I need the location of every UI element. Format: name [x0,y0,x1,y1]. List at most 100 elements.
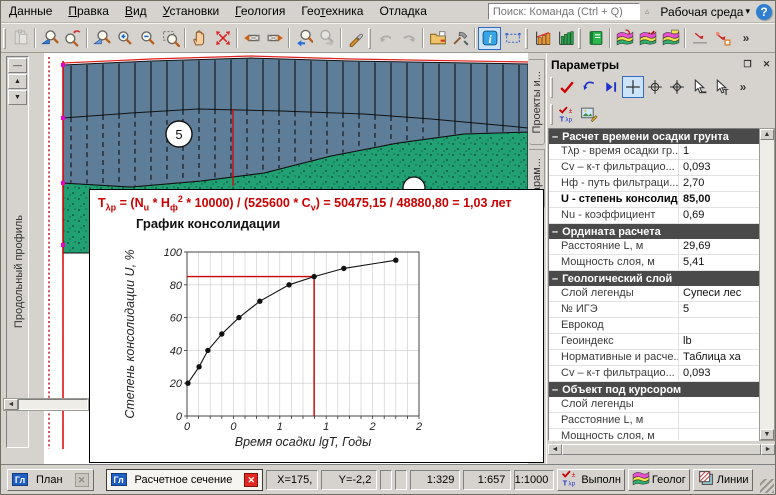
scroll-left-arrow-icon[interactable]: ◄ [548,444,562,455]
scroll-down-arrow-icon[interactable]: ▼ [760,429,774,440]
grid-row[interactable]: U - степень консолид...85,00 [549,192,759,208]
toolbar-grip[interactable] [550,77,553,98]
undo-blue-icon[interactable] [578,76,600,98]
grid-section-header[interactable]: –Геологический слой [549,271,759,286]
scroll-track[interactable] [18,399,88,410]
grid-row-value[interactable]: Супеси лес [679,286,759,301]
menu-данные[interactable]: Данные [1,1,60,22]
close-tab-icon[interactable]: ✕ [75,473,89,487]
scroll-up-arrow-icon[interactable]: ▲ [760,129,774,140]
image-edit-icon[interactable] [578,103,600,125]
toggle-выполн[interactable]: ±ТλрВыполн [557,469,625,491]
step-next-icon[interactable] [600,76,622,98]
view-tab-inactive[interactable]: ГлПлан✕ [7,469,94,491]
scroll-right-arrow-icon[interactable]: ► [761,444,775,455]
grid-row[interactable]: Нф - путь фильтраци...2,70 [549,176,759,192]
pan-hand-icon[interactable] [188,27,211,50]
search-options-icon[interactable]: ▵ [640,6,655,17]
grid-h-scrollbar[interactable]: ◄ ► [548,444,775,459]
tlp-check-icon[interactable]: ±Тλр [556,103,578,125]
chevron-down-icon[interactable]: ▾ [745,6,756,17]
grid-row[interactable]: Нормативные и расче...Таблица ха [549,350,759,366]
grid-row-value[interactable]: 5,41 [679,255,759,270]
refresh-brush-icon[interactable] [344,27,367,50]
grid-row-value[interactable] [679,318,759,333]
grid-row[interactable]: Тλр - время осадки гр...1 [549,144,759,160]
menu-правка[interactable]: Правка [60,1,117,22]
grid-row-value[interactable]: lb [679,334,759,349]
scroll-thumb[interactable] [562,444,761,455]
layers-check-icon[interactable] [636,27,659,50]
overflow-icon[interactable]: » [732,76,754,98]
grid-row-value[interactable]: 0,69 [679,208,759,223]
collapse-icon[interactable]: – [552,131,558,143]
grid-row[interactable]: Мощность слоя, м5,41 [549,255,759,271]
collapse-icon[interactable]: – [552,384,558,396]
zoom-cancel-icon[interactable] [61,27,84,50]
workspace-menu[interactable]: Рабочая среда [654,5,745,19]
tools-hammer-icon[interactable] [449,27,472,50]
grid-section-header[interactable]: –Объект под курсором [549,382,759,397]
grid-row-value[interactable] [679,429,759,441]
grid-row-value[interactable]: 0,093 [679,160,759,175]
layers-copy-icon[interactable] [659,27,682,50]
scale-left-icon[interactable] [240,27,263,50]
menu-отладка[interactable]: Отладка [371,1,434,22]
search-input[interactable] [488,3,640,20]
grid-row-value[interactable]: 85,00 [679,192,759,207]
fit-extents-icon[interactable] [211,27,234,50]
overflow-icon[interactable]: » [734,27,757,50]
toolbar-grip[interactable] [368,28,371,49]
grid-row[interactable]: Расстояние L, м29,69 [549,239,759,255]
toggle-линии[interactable]: Линии [693,469,753,491]
node-arrow-icon[interactable] [711,27,734,50]
grid-row-value[interactable]: Таблица ха [679,350,759,365]
grid-row-value[interactable]: 29,69 [679,239,759,254]
collapse-icon[interactable]: – [552,273,558,285]
grid-row[interactable]: Слой легендыСупеси лес [549,286,759,302]
zoom-out-icon[interactable] [136,27,159,50]
grid-row-value[interactable]: 0,093 [679,366,759,381]
canvas-h-scrollbar[interactable]: ◄ [3,398,89,411]
folder-settings-icon[interactable] [426,27,449,50]
close-panel-icon[interactable]: ✕ [759,58,774,72]
cursor-t-icon[interactable]: T [710,76,732,98]
scale-right-icon[interactable] [263,27,286,50]
grid-row[interactable]: Слой легенды [549,397,759,413]
grid-row[interactable]: Мощность слоя, м [549,429,759,441]
tab-projects[interactable]: Проекты и... [529,59,545,145]
layers-arrow-icon[interactable] [613,27,636,50]
grid-row[interactable]: Cv – к-т фильтрацио...0,093 [549,366,759,382]
zoom-area-icon[interactable] [90,27,113,50]
grid-row-value[interactable] [679,413,759,428]
zoom-back-icon[interactable] [292,27,315,50]
grid-row[interactable]: Расстояние L, м [549,413,759,429]
info-icon[interactable]: i [478,27,501,50]
menu-установки[interactable]: Установки [155,1,228,22]
grid-row-value[interactable]: 1 [679,144,759,159]
grid-row[interactable]: Еврокод [549,318,759,334]
toggle-геолог[interactable]: Геолог [628,469,690,491]
chart-green-icon[interactable] [554,27,577,50]
grid-section-header[interactable]: –Расчет времени осадки грунта [549,129,759,144]
grid-row[interactable]: № ИГЭ5 [549,302,759,318]
grid-section-header[interactable]: –Ордината расчета [549,224,759,239]
line-arrow-icon[interactable] [688,27,711,50]
view-tab-active[interactable]: ГлРасчетное сечение✕ [106,469,264,491]
grid-row-value[interactable]: 2,70 [679,176,759,191]
toolbar-grip[interactable] [578,28,581,49]
toolbar-grip[interactable] [3,28,6,49]
menu-вид[interactable]: Вид [117,1,155,22]
crosshair-circle-icon[interactable] [644,76,666,98]
zoom-rect-icon[interactable] [159,27,182,50]
crosshair-icon[interactable] [622,76,644,98]
menu-геотехника[interactable]: Геотехника [293,1,371,22]
toolbar-grip[interactable] [550,104,553,125]
menu-геология[interactable]: Геология [227,1,293,22]
zoom-in-icon[interactable] [113,27,136,50]
check-red-icon[interactable] [556,76,578,98]
grid-row[interactable]: Геоиндексlb [549,334,759,350]
grid-row-value[interactable] [679,397,759,412]
book-icon[interactable] [584,27,607,50]
chart-orange-icon[interactable] [531,27,554,50]
